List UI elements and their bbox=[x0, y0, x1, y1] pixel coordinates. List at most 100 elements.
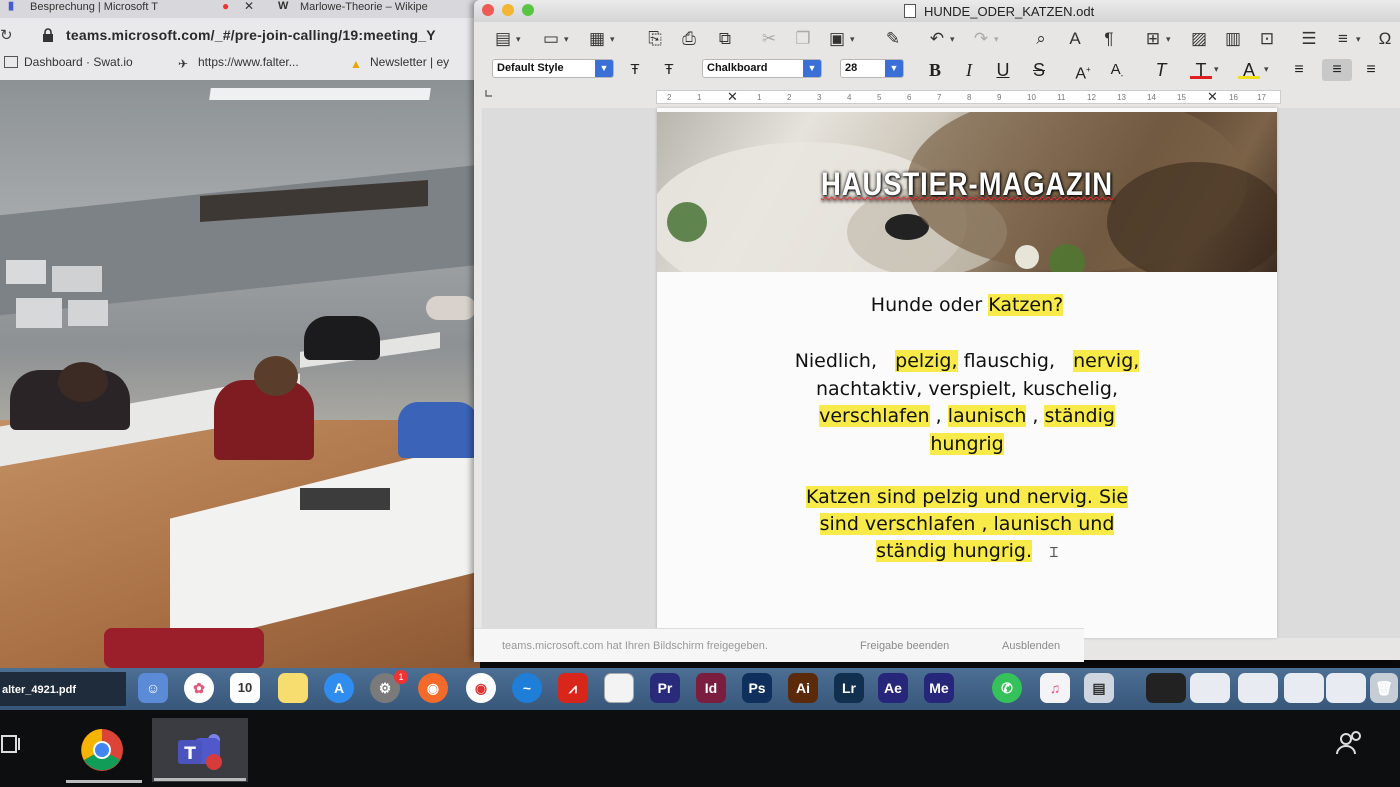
save-icon[interactable]: ▦ bbox=[586, 28, 608, 50]
underline-icon[interactable]: U bbox=[992, 59, 1014, 81]
music-icon[interactable]: ♫ bbox=[1040, 673, 1070, 703]
font-color-icon[interactable]: T bbox=[1190, 59, 1212, 80]
strikethrough-icon[interactable]: S bbox=[1028, 59, 1050, 81]
bookmark-falter[interactable]: ✈ https://www.falter... bbox=[178, 55, 299, 70]
bird-icon: ✈ bbox=[178, 57, 189, 71]
font-size-select[interactable]: 28 ▼ bbox=[840, 59, 904, 78]
redo-icon[interactable]: ↷ bbox=[970, 28, 992, 50]
browser-tab-wikipedia[interactable]: W Marlowe-Theorie – Wikipe bbox=[270, 0, 480, 18]
right-indent-marker-icon[interactable]: ✕ bbox=[1207, 89, 1218, 105]
window-thumbnail[interactable] bbox=[1326, 673, 1366, 703]
undo-icon[interactable]: ↶ bbox=[926, 28, 948, 50]
text-box-icon[interactable]: ⊡ bbox=[1256, 28, 1278, 50]
paste-icon[interactable]: ▣ bbox=[826, 28, 848, 50]
field-dropdown-icon[interactable]: ▾ bbox=[1356, 28, 1361, 50]
insert-image-icon[interactable]: ▨ bbox=[1188, 28, 1210, 50]
paragraph-style-select[interactable]: Default Style ▼ bbox=[492, 59, 614, 78]
insert-chart-icon[interactable]: ▥ bbox=[1222, 28, 1244, 50]
recording-dot-icon: ● bbox=[222, 0, 230, 13]
highlight-dropdown-icon[interactable]: ▾ bbox=[1264, 58, 1269, 80]
browser-icon[interactable]: ~ bbox=[512, 673, 542, 703]
firefox-icon[interactable]: ◉ bbox=[418, 673, 448, 703]
illustrator-icon[interactable]: Ai bbox=[788, 673, 818, 703]
font-name-select[interactable]: Chalkboard ▼ bbox=[702, 59, 822, 78]
open-folder-icon[interactable]: ▭ bbox=[540, 28, 562, 50]
superscript-icon[interactable]: A+ bbox=[1072, 59, 1094, 82]
reload-icon[interactable]: ↻ bbox=[0, 26, 13, 44]
copy-icon[interactable]: ❐ bbox=[792, 28, 814, 50]
redo-dropdown-icon[interactable]: ▾ bbox=[994, 28, 999, 50]
zoom-button[interactable] bbox=[522, 4, 534, 16]
italic-icon[interactable]: I bbox=[958, 59, 980, 81]
find-replace-icon[interactable]: ⌕ bbox=[1030, 28, 1052, 50]
tab-close-icon[interactable]: ✕ bbox=[244, 0, 254, 12]
after-effects-icon[interactable]: Ae bbox=[878, 673, 908, 703]
close-button[interactable] bbox=[482, 4, 494, 16]
window-thumbnail[interactable] bbox=[1146, 673, 1186, 703]
indent-marker-icon[interactable]: ✕ bbox=[727, 89, 738, 105]
window-thumbnail[interactable] bbox=[1190, 673, 1230, 703]
document-page[interactable]: HAUSTIER-MAGAZIN Hunde oder Katzen? Nied… bbox=[657, 108, 1277, 638]
align-right-icon[interactable]: ≡ bbox=[1360, 59, 1382, 81]
paste-dropdown-icon[interactable]: ▾ bbox=[850, 28, 855, 50]
new-document-icon[interactable]: ▤ bbox=[492, 28, 514, 50]
trash-icon[interactable]: 🗑 bbox=[1370, 673, 1398, 703]
new-style-icon[interactable]: Ŧ bbox=[658, 59, 680, 81]
subscript-icon[interactable]: A- bbox=[1106, 59, 1128, 81]
document-file-icon[interactable] bbox=[604, 673, 634, 703]
insert-table-icon[interactable]: ⊞ bbox=[1142, 28, 1164, 50]
browser-tab-teams[interactable]: ▮ Besprechung | Microsoft T ● ✕ bbox=[0, 0, 264, 18]
cut-icon[interactable]: ✂ bbox=[758, 28, 780, 50]
minimize-button[interactable] bbox=[502, 4, 514, 16]
calendar-icon[interactable]: 10 bbox=[230, 673, 260, 703]
lightroom-icon[interactable]: Lr bbox=[834, 673, 864, 703]
undo-dropdown-icon[interactable]: ▾ bbox=[950, 28, 955, 50]
people-icon[interactable] bbox=[1334, 730, 1366, 758]
update-style-icon[interactable]: Ŧ bbox=[624, 59, 646, 81]
highlight-color-icon[interactable]: A bbox=[1238, 59, 1260, 80]
spelling-icon[interactable]: A bbox=[1064, 28, 1086, 50]
print-preview-icon[interactable]: ⧉ bbox=[714, 28, 736, 50]
dock-download-file[interactable]: alter_4921.pdf bbox=[0, 672, 126, 706]
align-center-icon[interactable]: ≡ bbox=[1322, 59, 1352, 81]
save-dropdown-icon[interactable]: ▾ bbox=[610, 28, 615, 50]
clone-formatting-icon[interactable]: ✎ bbox=[882, 28, 904, 50]
formatting-marks-icon[interactable]: ¶ bbox=[1098, 28, 1120, 50]
export-pdf-icon[interactable]: ⎘ bbox=[644, 28, 666, 50]
app-store-icon[interactable]: A bbox=[324, 673, 354, 703]
premiere-icon[interactable]: Pr bbox=[650, 673, 680, 703]
svg-text:T: T bbox=[184, 744, 196, 764]
hide-button[interactable]: Ausblenden bbox=[1002, 640, 1060, 652]
align-left-icon[interactable]: ≡ bbox=[1288, 59, 1310, 81]
new-dropdown-icon[interactable]: ▾ bbox=[516, 28, 521, 50]
ruler-number: 3 bbox=[817, 93, 822, 102]
print-icon[interactable]: ⎙ bbox=[678, 28, 700, 50]
notes-icon[interactable] bbox=[278, 673, 308, 703]
bold-icon[interactable]: B bbox=[924, 59, 946, 81]
bookmark-swat[interactable]: Dashboard · Swat.io bbox=[4, 55, 133, 69]
finder-icon[interactable]: ☺ bbox=[138, 673, 168, 703]
media-encoder-icon[interactable]: Me bbox=[924, 673, 954, 703]
table-dropdown-icon[interactable]: ▾ bbox=[1166, 28, 1171, 50]
utility-icon[interactable]: ▤ bbox=[1084, 673, 1114, 703]
special-character-icon[interactable]: Ω bbox=[1374, 28, 1396, 50]
photoshop-icon[interactable]: Ps bbox=[742, 673, 772, 703]
open-dropdown-icon[interactable]: ▾ bbox=[564, 28, 569, 50]
address-bar[interactable]: ↻ teams.microsoft.com/_#/pre-join-callin… bbox=[0, 22, 480, 48]
chrome-icon[interactable]: ◉ bbox=[466, 673, 496, 703]
stop-sharing-button[interactable]: Freigabe beenden bbox=[860, 640, 949, 652]
field-icon[interactable]: ≡ bbox=[1332, 28, 1354, 50]
window-thumbnail[interactable] bbox=[1238, 673, 1278, 703]
bookmark-newsletter[interactable]: ▲ Newsletter | ey bbox=[350, 55, 449, 70]
taskbar-teams[interactable]: T bbox=[152, 718, 248, 782]
photos-icon[interactable]: ✿ bbox=[184, 673, 214, 703]
window-thumbnail[interactable] bbox=[1284, 673, 1324, 703]
page-break-icon[interactable]: ☰ bbox=[1298, 28, 1320, 50]
taskbar-chrome[interactable] bbox=[64, 724, 144, 783]
clear-formatting-icon[interactable]: T bbox=[1150, 59, 1172, 81]
acrobat-icon[interactable]: ⩘ bbox=[558, 673, 588, 703]
indesign-icon[interactable]: Id bbox=[696, 673, 726, 703]
task-view-icon[interactable] bbox=[0, 732, 26, 756]
whatsapp-icon[interactable]: ✆ bbox=[992, 673, 1022, 703]
font-color-dropdown-icon[interactable]: ▾ bbox=[1214, 58, 1219, 80]
